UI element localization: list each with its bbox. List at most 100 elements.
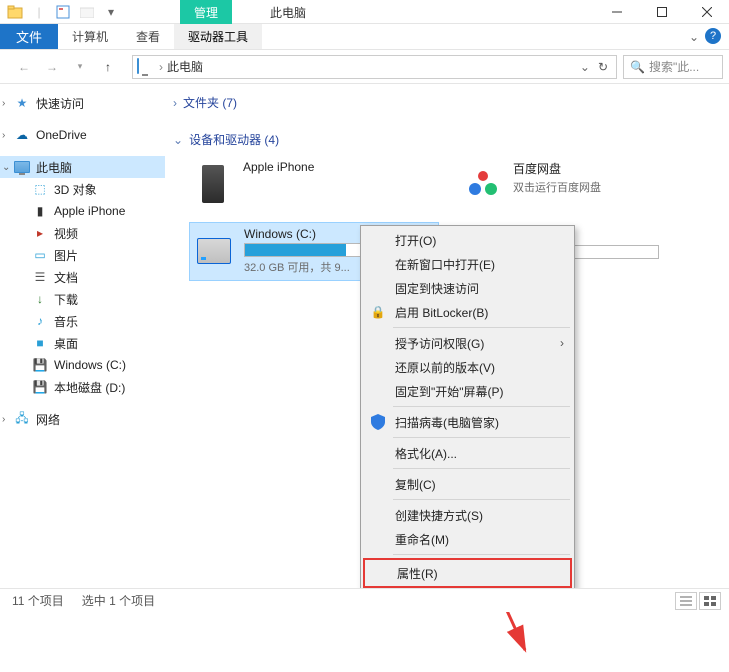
cm-grant-access[interactable]: 授予访问权限(G) › bbox=[363, 331, 572, 355]
baidu-icon bbox=[463, 160, 503, 208]
search-icon: 🔍 bbox=[630, 60, 645, 74]
address-path: 此电脑 bbox=[167, 58, 576, 75]
cm-pin-quick-access[interactable]: 固定到快速访问 bbox=[363, 276, 572, 300]
cm-open[interactable]: 打开(O) bbox=[363, 228, 572, 252]
qat-overflow[interactable]: ▾ bbox=[100, 1, 122, 23]
tab-drive-tools[interactable]: 驱动器工具 bbox=[174, 24, 262, 49]
status-bar: 11 个项目 选中 1 个项目 bbox=[0, 588, 729, 612]
address-bar[interactable]: › 此电脑 ⌄ ↻ bbox=[132, 55, 617, 79]
drive-icon: 💾 bbox=[32, 379, 48, 395]
chevron-down-icon[interactable]: ⌄ bbox=[2, 162, 12, 173]
refresh-icon[interactable]: ↻ bbox=[594, 60, 612, 74]
ribbon-context-tab[interactable]: 管理 bbox=[180, 0, 232, 24]
lock-icon: 🔒 bbox=[369, 303, 387, 321]
chevron-right-icon[interactable]: › bbox=[2, 130, 12, 141]
cm-copy[interactable]: 复制(C) bbox=[363, 472, 572, 496]
group-folders[interactable]: › 文件夹 (7) bbox=[173, 94, 721, 111]
cm-rename[interactable]: 重命名(M) bbox=[363, 527, 572, 551]
device-iphone[interactable]: Apple iPhone bbox=[189, 156, 439, 212]
desktop-icon: ■ bbox=[32, 335, 48, 351]
nav-back-button[interactable]: ← bbox=[12, 55, 36, 79]
download-icon: ↓ bbox=[32, 291, 48, 307]
nav-quick-access[interactable]: › ★ 快速访问 bbox=[0, 92, 165, 114]
chevron-down-icon[interactable]: ⌄ bbox=[173, 133, 183, 147]
nav-forward-button[interactable]: → bbox=[40, 55, 64, 79]
quick-access-toolbar: | ▾ bbox=[0, 1, 122, 23]
nav-network[interactable]: › 🖧 网络 bbox=[0, 408, 165, 430]
ribbon-collapse-icon[interactable]: ⌄ bbox=[689, 30, 699, 44]
close-button[interactable] bbox=[684, 0, 729, 24]
phone-icon: ▮ bbox=[32, 203, 48, 219]
nav-music[interactable]: ♪音乐 bbox=[0, 310, 165, 332]
qat-folder-icon[interactable] bbox=[76, 1, 98, 23]
address-bar-row: ← → ▾ ↑ › 此电脑 ⌄ ↻ 🔍 搜索"此... bbox=[0, 50, 729, 84]
nav-recent-dropdown[interactable]: ▾ bbox=[68, 55, 92, 79]
drive-icon bbox=[194, 227, 234, 275]
search-input[interactable]: 🔍 搜索"此... bbox=[623, 55, 723, 79]
this-pc-icon bbox=[137, 59, 153, 75]
nav-drive-c[interactable]: 💾Windows (C:) bbox=[0, 354, 165, 376]
cm-scan-virus[interactable]: 扫描病毒(电脑管家) bbox=[363, 410, 572, 434]
network-icon: 🖧 bbox=[14, 411, 30, 427]
ribbon-tabs: 文件 计算机 查看 驱动器工具 ⌄ ? bbox=[0, 24, 729, 50]
document-icon: ☰ bbox=[32, 269, 48, 285]
explorer-icon bbox=[4, 1, 26, 23]
status-item-count: 11 个项目 bbox=[12, 592, 64, 609]
cm-open-new-window[interactable]: 在新窗口中打开(E) bbox=[363, 252, 572, 276]
menu-separator bbox=[393, 499, 570, 500]
menu-separator bbox=[393, 327, 570, 328]
tab-view[interactable]: 查看 bbox=[122, 24, 174, 49]
help-icon[interactable]: ? bbox=[705, 28, 721, 44]
status-selected-count: 选中 1 个项目 bbox=[82, 592, 155, 609]
minimize-button[interactable] bbox=[594, 0, 639, 24]
context-menu: 打开(O) 在新窗口中打开(E) 固定到快速访问 🔒 启用 BitLocker(… bbox=[360, 225, 575, 591]
cm-create-shortcut[interactable]: 创建快捷方式(S) bbox=[363, 503, 572, 527]
nav-downloads[interactable]: ↓下载 bbox=[0, 288, 165, 310]
chevron-right-icon[interactable]: › bbox=[2, 98, 12, 109]
cm-pin-start[interactable]: 固定到"开始"屏幕(P) bbox=[363, 379, 572, 403]
menu-separator bbox=[393, 554, 570, 555]
view-large-icons-button[interactable] bbox=[699, 592, 721, 610]
maximize-button[interactable] bbox=[639, 0, 684, 24]
title-bar: | ▾ 管理 此电脑 bbox=[0, 0, 729, 24]
menu-separator bbox=[393, 437, 570, 438]
file-tab[interactable]: 文件 bbox=[0, 24, 58, 49]
menu-separator bbox=[393, 406, 570, 407]
view-details-button[interactable] bbox=[675, 592, 697, 610]
cm-format[interactable]: 格式化(A)... bbox=[363, 441, 572, 465]
cm-restore-versions[interactable]: 还原以前的版本(V) bbox=[363, 355, 572, 379]
window-title: 此电脑 bbox=[270, 4, 306, 21]
tab-computer[interactable]: 计算机 bbox=[58, 24, 122, 49]
video-icon: ▸ bbox=[32, 225, 48, 241]
navigation-pane: › ★ 快速访问 › ☁ OneDrive ⌄ 此电脑 ⬚3D 对象 ▮Appl… bbox=[0, 84, 165, 592]
properties-qat-icon[interactable] bbox=[52, 1, 74, 23]
group-devices[interactable]: ⌄ 设备和驱动器 (4) bbox=[173, 131, 721, 148]
nav-desktop[interactable]: ■桌面 bbox=[0, 332, 165, 354]
submenu-arrow-icon: › bbox=[560, 336, 564, 350]
nav-3d-objects[interactable]: ⬚3D 对象 bbox=[0, 178, 165, 200]
tower-icon bbox=[193, 160, 233, 208]
nav-pictures[interactable]: ▭图片 bbox=[0, 244, 165, 266]
nav-onedrive[interactable]: › ☁ OneDrive bbox=[0, 124, 165, 146]
music-icon: ♪ bbox=[32, 313, 48, 329]
nav-iphone[interactable]: ▮Apple iPhone bbox=[0, 200, 165, 222]
picture-icon: ▭ bbox=[32, 247, 48, 263]
search-placeholder: 搜索"此... bbox=[649, 58, 699, 75]
drive-icon: 💾 bbox=[32, 357, 48, 373]
nav-videos[interactable]: ▸视频 bbox=[0, 222, 165, 244]
chevron-right-icon[interactable]: › bbox=[2, 414, 12, 425]
nav-documents[interactable]: ☰文档 bbox=[0, 266, 165, 288]
address-dropdown-icon[interactable]: ⌄ bbox=[576, 60, 594, 74]
window-controls bbox=[594, 0, 729, 24]
nav-drive-d[interactable]: 💾本地磁盘 (D:) bbox=[0, 376, 165, 398]
cm-properties[interactable]: 属性(R) bbox=[363, 558, 572, 588]
shield-icon bbox=[369, 413, 387, 431]
device-baidu[interactable]: 百度网盘 双击运行百度网盘 bbox=[459, 156, 709, 212]
nav-this-pc[interactable]: ⌄ 此电脑 bbox=[0, 156, 165, 178]
cloud-icon: ☁ bbox=[14, 127, 30, 143]
chevron-right-icon[interactable]: › bbox=[173, 96, 177, 110]
nav-up-button[interactable]: ↑ bbox=[96, 55, 120, 79]
monitor-icon bbox=[14, 159, 30, 175]
cm-bitlocker[interactable]: 🔒 启用 BitLocker(B) bbox=[363, 300, 572, 324]
cube-icon: ⬚ bbox=[32, 181, 48, 197]
